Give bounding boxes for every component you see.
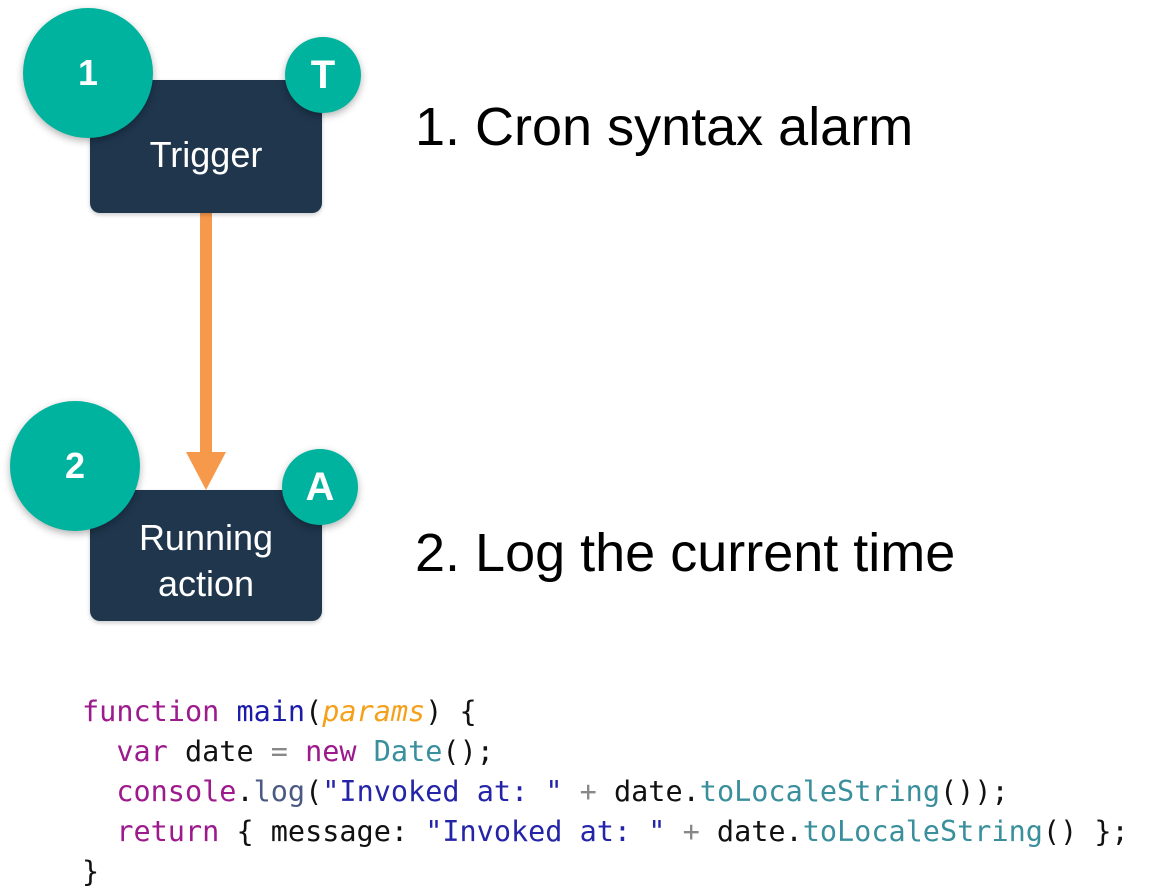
token: params bbox=[322, 695, 426, 728]
step-2-number: 2 bbox=[64, 445, 86, 486]
trigger-badge-letter: T bbox=[310, 52, 336, 97]
arrow-shaft bbox=[200, 212, 212, 458]
token: + bbox=[579, 775, 597, 808]
token: date. bbox=[596, 775, 700, 808]
token: "Invoked at: " bbox=[322, 775, 563, 808]
token: ( bbox=[305, 775, 323, 808]
step-1-description: 1. Cron syntax alarm bbox=[415, 97, 914, 157]
action-node-label: Running action bbox=[138, 516, 274, 604]
token: new bbox=[305, 735, 357, 768]
token: () }; bbox=[1042, 815, 1129, 848]
token: main bbox=[236, 695, 306, 728]
action-node: Running action bbox=[90, 490, 322, 621]
token: var bbox=[116, 735, 168, 768]
token: ) { bbox=[425, 695, 477, 728]
token: . bbox=[236, 775, 254, 808]
code-line-4: return { message: "Invoked at: " + date.… bbox=[82, 812, 1129, 852]
token: "Invoked at: " bbox=[425, 815, 666, 848]
token: ( bbox=[305, 695, 323, 728]
trigger-node-label: Trigger bbox=[149, 133, 263, 175]
token: toLocaleString bbox=[699, 775, 940, 808]
token: date. bbox=[699, 815, 803, 848]
token: ()); bbox=[940, 775, 1009, 808]
step-2-description: 2. Log the current time bbox=[415, 523, 956, 583]
token: toLocaleString bbox=[802, 815, 1043, 848]
token: } bbox=[82, 855, 100, 888]
code-line-2: var date = new Date(); bbox=[82, 732, 1129, 772]
step-1-number: 1 bbox=[77, 52, 99, 93]
token: date bbox=[167, 735, 271, 768]
token: log bbox=[253, 775, 306, 808]
token: return bbox=[116, 815, 220, 848]
token: = bbox=[270, 735, 288, 768]
step-1-circle: 1 bbox=[23, 8, 153, 138]
token: console bbox=[116, 775, 237, 808]
step-2-circle: 2 bbox=[10, 401, 140, 531]
code-line-1: function main(params) { bbox=[82, 692, 1129, 732]
action-badge: A bbox=[282, 449, 358, 525]
token: function bbox=[82, 695, 220, 728]
token: { message: bbox=[219, 815, 426, 848]
token: Date bbox=[373, 735, 443, 768]
arrow-head bbox=[186, 452, 226, 490]
action-badge-letter: A bbox=[305, 464, 335, 509]
code-line-3: console.log("Invoked at: " + date.toLoca… bbox=[82, 772, 1129, 812]
token: (); bbox=[442, 735, 494, 768]
token: + bbox=[682, 815, 700, 848]
code-snippet: function main(params) { var date = new D… bbox=[82, 692, 1129, 892]
code-line-5: } bbox=[82, 852, 1129, 892]
trigger-badge: T bbox=[285, 37, 361, 113]
